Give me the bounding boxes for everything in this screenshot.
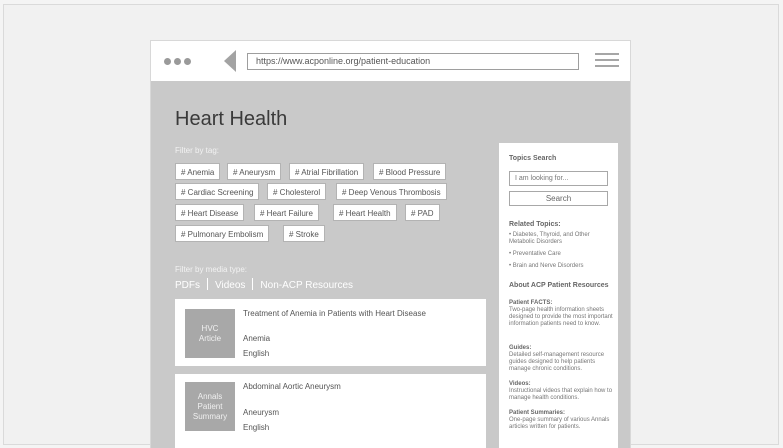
window-dot-icon[interactable]	[174, 58, 181, 65]
filter-tag-label: Filter by tag:	[175, 146, 220, 155]
hamburger-menu-icon[interactable]	[595, 53, 619, 71]
sidebar: Topics Search I am looking for... Search…	[499, 143, 618, 448]
resource-label: Patient Summaries:	[509, 410, 566, 416]
resource-desc: Two-page health information sheets desig…	[509, 307, 613, 327]
resource-desc: Instructional videos that explain how to…	[509, 388, 613, 401]
media-type-filters: PDFs Videos Non-ACP Resources	[175, 278, 353, 291]
result-language: English	[243, 423, 270, 432]
resource-desc: Detailed self-management resource guides…	[509, 352, 605, 372]
page-title: Heart Health	[175, 108, 288, 130]
media-link-non-acp[interactable]: Non-ACP Resources	[260, 280, 353, 291]
related-topic-link[interactable]: • Preventative Care	[509, 251, 613, 258]
result-language: English	[243, 349, 270, 358]
result-title[interactable]: Treatment of Anemia in Patients with Hea…	[243, 309, 426, 318]
topics-search-heading: Topics Search	[509, 155, 557, 162]
tag-stroke[interactable]: # Stroke	[283, 225, 325, 242]
tag-cardiac-screening[interactable]: # Cardiac Screening	[175, 183, 260, 200]
result-thumbnail: Annals Patient Summary	[185, 382, 235, 431]
tag-deep-venous-thrombosis[interactable]: # Deep Venous Thrombosis	[336, 183, 447, 200]
tag-heart-disease[interactable]: # Heart Disease	[175, 204, 245, 221]
tag-pad[interactable]: # PAD	[405, 204, 440, 221]
result-tag: Aneurysm	[243, 408, 280, 417]
browser-window: https://www.acponline.org/patient-educat…	[151, 41, 630, 448]
url-bar[interactable]: https://www.acponline.org/patient-educat…	[247, 53, 579, 70]
browser-toolbar: https://www.acponline.org/patient-educat…	[151, 41, 630, 81]
about-heading: About ACP Patient Resources	[509, 282, 609, 289]
resource-desc: One-page summary of various Annals artic…	[509, 417, 610, 430]
related-topics-heading: Related Topics:	[509, 221, 561, 228]
tag-blood-pressure[interactable]: # Blood Pressure	[373, 163, 447, 180]
result-card[interactable]: HVC Article Treatment of Anemia in Patie…	[175, 299, 486, 366]
related-topic-link[interactable]: • Brain and Nerve Disorders	[509, 263, 613, 270]
result-thumbnail: HVC Article	[185, 309, 235, 358]
topics-search-input[interactable]: I am looking for...	[509, 171, 608, 186]
back-arrow-icon[interactable]	[224, 50, 236, 72]
resource-label: Guides:	[509, 345, 532, 351]
media-link-videos[interactable]: Videos	[215, 280, 245, 291]
tag-cholesterol[interactable]: # Cholesterol	[267, 183, 327, 200]
window-controls[interactable]	[164, 52, 194, 70]
result-tag: Anemia	[243, 334, 271, 343]
resource-label: Patient FACTS:	[509, 300, 553, 306]
window-dot-icon[interactable]	[184, 58, 191, 65]
filter-media-label: Filter by media type:	[175, 265, 248, 274]
resource-block: Patient Summaries: One-page summary of v…	[509, 410, 613, 431]
tag-heart-health[interactable]: # Heart Health	[333, 204, 397, 221]
tag-anemia[interactable]: # Anemia	[175, 163, 221, 180]
tag-aneurysm[interactable]: # Aneurysm	[227, 163, 282, 180]
search-button[interactable]: Search	[509, 191, 608, 206]
resource-block: Guides: Detailed self-management resourc…	[509, 345, 613, 373]
tag-atrial-fibrillation[interactable]: # Atrial Fibrillation	[289, 163, 365, 180]
result-card[interactable]: Annals Patient Summary Abdominal Aortic …	[175, 374, 486, 448]
resource-block: Videos: Instructional videos that explai…	[509, 381, 613, 402]
resource-block: Patient FACTS: Two-page health informati…	[509, 300, 613, 328]
resource-label: Videos:	[509, 381, 531, 387]
tag-pulmonary-embolism[interactable]: # Pulmonary Embolism	[175, 225, 270, 242]
related-topic-link[interactable]: • Diabetes, Thyroid, and Other Metabolic…	[509, 232, 613, 246]
result-title[interactable]: Abdominal Aortic Aneurysm	[243, 382, 341, 391]
window-dot-icon[interactable]	[164, 58, 171, 65]
tag-heart-failure[interactable]: # Heart Failure	[254, 204, 319, 221]
media-link-pdfs[interactable]: PDFs	[175, 280, 200, 291]
